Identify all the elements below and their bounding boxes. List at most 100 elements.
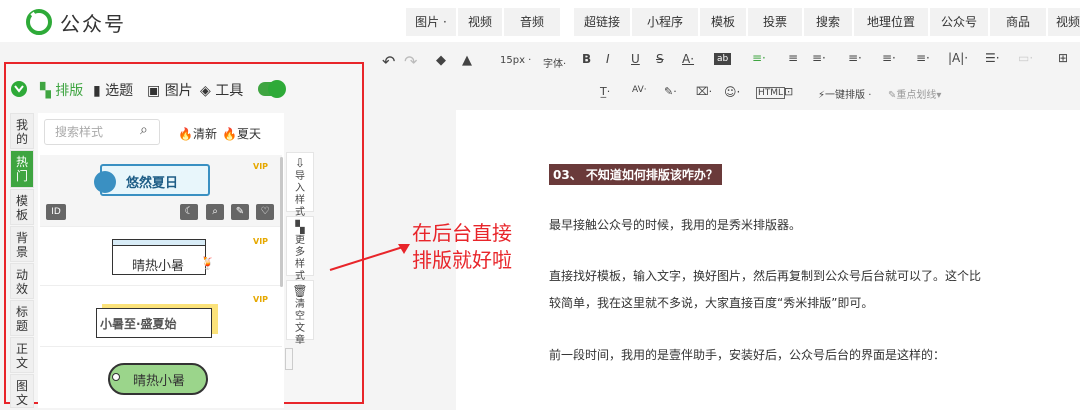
flame-icon: 🔥 <box>178 127 193 141</box>
strikethrough-icon[interactable]: S <box>656 52 664 66</box>
tab-link[interactable]: 超链接 <box>574 8 630 36</box>
yiban-logo-icon <box>11 81 27 97</box>
tab-layout[interactable]: ▚ 排版 <box>40 80 83 100</box>
redo-icon[interactable]: ↷ <box>404 52 417 71</box>
wechat-logo-icon <box>26 9 52 35</box>
vip-badge: VIP <box>253 162 269 171</box>
panel-toggle[interactable] <box>258 80 286 98</box>
font-size-select[interactable]: 15px · <box>500 55 531 66</box>
style-preview-title: 晴热小暑 <box>132 259 185 274</box>
bookmark-icon: ▮ <box>93 83 101 99</box>
style-preview-title: 小暑至·盛夏始 <box>100 317 177 331</box>
background-color-icon[interactable]: ab <box>714 53 732 65</box>
import-icon: ⇩ <box>294 156 306 170</box>
app-title: 公众号 <box>60 12 126 36</box>
align-center-icon[interactable]: ≡ <box>788 51 798 65</box>
tab-location[interactable]: 地理位置 <box>854 8 928 36</box>
tab-topics[interactable]: ▮ 选题 <box>93 80 133 100</box>
line-height-icon[interactable]: ≡· <box>882 51 896 65</box>
vip-badge: VIP <box>253 295 269 304</box>
one-click-format-button[interactable]: ⚡一键排版 · <box>818 86 871 101</box>
category-tabs: 我的 热门 模板 背景 动效 标题 正文 图文 <box>10 113 36 408</box>
highlight-line-button[interactable]: ✎重点划线▾ <box>888 86 941 101</box>
list-icon[interactable]: ☰· <box>985 51 1000 65</box>
grid-icon: ▚ <box>295 220 305 234</box>
layout-icon: ▚ <box>40 83 51 99</box>
import-style-button[interactable]: ⇩ 导入样式 <box>286 152 314 218</box>
list-scrollbar[interactable] <box>280 157 283 287</box>
table-icon[interactable]: ⊞ <box>1058 51 1068 65</box>
category-tab-body[interactable]: 正文 <box>10 337 34 373</box>
search-icon[interactable]: ⌕ <box>140 122 148 138</box>
tab-images[interactable]: ▣ 图片 <box>147 80 193 100</box>
edit-icon[interactable]: ✎ <box>231 204 249 220</box>
top-bar: 公众号 图片 · 视频 音频 超链接 小程序 模板 投票 搜索 地理位置 公众号… <box>0 0 1080 42</box>
tab-image[interactable]: 图片 · <box>406 8 456 36</box>
indent-icon[interactable]: ≡· <box>916 51 930 65</box>
bag-icon[interactable]: ⊡ <box>784 85 793 98</box>
tab-miniprogram[interactable]: 小程序 <box>632 8 698 36</box>
clear-format-icon[interactable]: ▲ <box>462 53 472 68</box>
style-preview-title: 悠然夏日 <box>126 176 179 191</box>
flame-icon: 🔥 <box>222 127 237 141</box>
article-paragraph: 前一段时间，我用的是壹伴助手，安装好后，公众号后台的界面是这样的： <box>549 348 946 362</box>
tab-tools[interactable]: ◈ 工具 <box>200 80 243 100</box>
more-styles-button[interactable]: ▚ 更多样式 <box>286 216 314 282</box>
annotation-arrow <box>329 244 410 271</box>
italic-icon[interactable]: I <box>606 52 610 66</box>
format-painter-icon[interactable]: ◆ <box>436 53 446 68</box>
category-tab-template[interactable]: 模板 <box>10 189 34 225</box>
hot-tag-fresh[interactable]: 🔥清新 <box>178 125 217 142</box>
lifebuoy-icon <box>94 171 116 193</box>
id-button[interactable]: ID <box>46 204 66 220</box>
tab-official-account[interactable]: 公众号 <box>930 8 988 36</box>
editor-canvas[interactable] <box>456 110 1080 410</box>
tab-video-2[interactable]: 视频 <box>1048 8 1080 36</box>
letter-spacing-icon[interactable]: |A|· <box>948 51 968 65</box>
tab-template[interactable]: 模板 <box>700 8 746 36</box>
tab-product[interactable]: 商品 <box>990 8 1046 36</box>
magic-wand-icon[interactable]: ✎· <box>664 85 677 98</box>
category-tab-title[interactable]: 标题 <box>10 300 34 336</box>
drink-icon: 🍹 <box>200 256 215 270</box>
align-right-icon[interactable]: ≡· <box>812 51 826 65</box>
hot-tag-summer[interactable]: 🔥夏天 <box>222 125 261 142</box>
style-preview-title: 晴热小暑 <box>133 374 186 389</box>
tab-audio[interactable]: 音频 <box>504 8 560 36</box>
font-color-icon[interactable]: A· <box>682 52 694 66</box>
article-paragraph: 直接找好模板，输入文字，换好图片，然后再复制到公众号后台就可以了。这个比 <box>549 269 982 283</box>
vip-badge: VIP <box>253 237 269 246</box>
article-paragraph: 最早接触公众号的时候，我用的是秀米排版器。 <box>549 218 802 232</box>
category-tab-animation[interactable]: 动效 <box>10 263 34 299</box>
underline-icon[interactable]: U <box>631 52 640 66</box>
font-family-select[interactable]: 字体· <box>543 55 566 70</box>
undo-icon[interactable]: ↶ <box>382 52 395 71</box>
text-spacing-icon[interactable]: AV· <box>632 85 647 95</box>
favorite-icon[interactable]: ♡ <box>256 204 274 220</box>
moon-icon[interactable]: ☾ <box>180 204 198 220</box>
resize-handle[interactable] <box>285 348 293 370</box>
bold-icon[interactable]: B <box>582 52 591 66</box>
tab-search[interactable]: 搜索 <box>804 8 852 36</box>
clear-article-button[interactable]: 🗑 清空文章 <box>286 280 314 346</box>
emoji-icon[interactable]: ☺· <box>724 85 740 99</box>
category-tab-background[interactable]: 背景 <box>10 226 34 262</box>
article-heading: 03、 不知道如何排版该咋办？ <box>549 164 722 185</box>
category-tab-hot[interactable]: 热门 <box>10 150 34 188</box>
align-left-icon[interactable]: ≡· <box>752 51 766 65</box>
align-justify-icon[interactable]: ≡· <box>848 51 862 65</box>
tab-video[interactable]: 视频 <box>458 8 502 36</box>
category-tab-image-text[interactable]: 图文 <box>10 374 34 408</box>
image-icon: ▣ <box>147 83 161 99</box>
border-icon[interactable]: ▭· <box>1018 51 1033 65</box>
category-tab-mine[interactable]: 我的 <box>10 113 34 149</box>
tab-vote[interactable]: 投票 <box>748 8 802 36</box>
chart-icon[interactable]: ⌧· <box>696 85 712 98</box>
zoom-icon[interactable]: ⌕ <box>206 204 224 220</box>
first-line-indent-icon[interactable]: T̲· <box>600 85 610 98</box>
annotation-text: 在后台直接 排版就好啦 <box>412 221 512 272</box>
article-paragraph: 较简单，我在这里就不多说，大家直接百度“秀米排版”即可。 <box>549 296 874 310</box>
cube-icon: ◈ <box>200 83 211 99</box>
trash-icon: 🗑 <box>292 284 308 298</box>
html-icon[interactable]: HTML <box>756 87 786 99</box>
